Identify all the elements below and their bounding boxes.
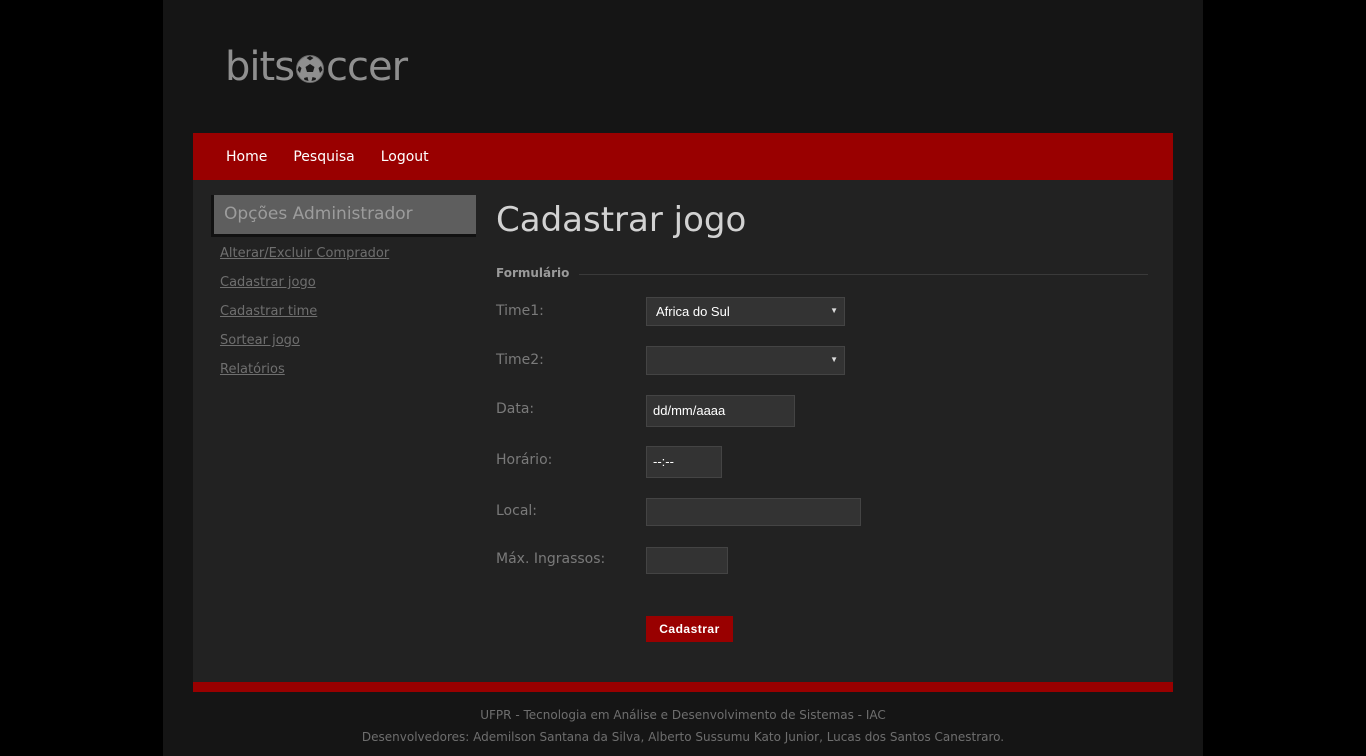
- footer-bar: [193, 682, 1173, 692]
- soccer-ball-icon: [296, 55, 325, 83]
- main-panel: Cadastrar jogo Formulário Time1: Africa …: [496, 200, 1148, 642]
- legend-divider: [576, 274, 1148, 275]
- sidebar-menu: Alterar/Excluir Comprador Cadastrar jogo…: [211, 241, 476, 386]
- sidebar-title: Opções Administrador: [211, 195, 476, 237]
- time1-selected-value: Africa do Sul: [656, 304, 730, 319]
- form-legend: Formulário: [496, 266, 1148, 282]
- time1-select[interactable]: Africa do Sul ▼: [646, 297, 845, 326]
- sidebar-item-relatorios: Relatórios: [220, 357, 476, 386]
- sidebar-link-sortear-jogo[interactable]: Sortear jogo: [220, 333, 300, 348]
- site-logo[interactable]: bits ccer: [225, 44, 408, 90]
- time1-label: Time1:: [496, 303, 544, 319]
- sidebar-link-cadastrar-jogo[interactable]: Cadastrar jogo: [220, 275, 316, 290]
- nav-pesquisa-link[interactable]: Pesquisa: [293, 149, 354, 165]
- page-title: Cadastrar jogo: [496, 200, 747, 240]
- max-ingressos-label: Máx. Ingrassos:: [496, 551, 606, 567]
- sidebar-link-alterar-comprador[interactable]: Alterar/Excluir Comprador: [220, 246, 389, 261]
- sidebar-link-cadastrar-time[interactable]: Cadastrar time: [220, 304, 317, 319]
- local-input[interactable]: [646, 498, 861, 526]
- sidebar-item-cadastrar-jogo: Cadastrar jogo: [220, 270, 476, 299]
- max-ingressos-input[interactable]: [646, 547, 728, 574]
- data-label: Data:: [496, 401, 535, 417]
- footer-developers: Desenvolvedores: Ademilson Santana da Si…: [361, 730, 1005, 744]
- main-nav: Home Pesquisa Logout: [193, 133, 1173, 180]
- content-area: Opções Administrador Alterar/Excluir Com…: [193, 180, 1173, 682]
- data-input-value: dd/mm/aaaa: [653, 403, 726, 418]
- sidebar-item-alterar-comprador: Alterar/Excluir Comprador: [220, 241, 476, 270]
- legend-label: Formulário: [496, 266, 580, 280]
- page-wrapper: bits ccer Home Pesquisa Logout Opções Ad…: [163, 0, 1203, 756]
- logo-text-suffix: ccer: [326, 44, 408, 90]
- sidebar-link-relatorios[interactable]: Relatórios: [220, 362, 285, 377]
- logo-text-prefix: bits: [225, 44, 295, 90]
- sidebar-item-cadastrar-time: Cadastrar time: [220, 299, 476, 328]
- footer-institution: UFPR - Tecnologia em Análise e Desenvolv…: [480, 708, 886, 722]
- page-footer: UFPR - Tecnologia em Análise e Desenvolv…: [163, 704, 1203, 748]
- admin-sidebar: Opções Administrador Alterar/Excluir Com…: [211, 195, 476, 386]
- chevron-down-icon: ▼: [830, 355, 838, 364]
- time2-label: Time2:: [496, 352, 544, 368]
- chevron-down-icon: ▼: [830, 306, 838, 315]
- horario-label: Horário:: [496, 452, 553, 468]
- cadastrar-button[interactable]: Cadastrar: [646, 616, 733, 642]
- data-input[interactable]: dd/mm/aaaa: [646, 395, 795, 427]
- nav-home-link[interactable]: Home: [226, 149, 267, 165]
- local-label: Local:: [496, 503, 538, 519]
- horario-input[interactable]: --:--: [646, 446, 722, 478]
- nav-logout-link[interactable]: Logout: [381, 149, 429, 165]
- sidebar-item-sortear-jogo: Sortear jogo: [220, 328, 476, 357]
- horario-input-value: --:--: [653, 454, 674, 469]
- time2-select[interactable]: ▼: [646, 346, 845, 375]
